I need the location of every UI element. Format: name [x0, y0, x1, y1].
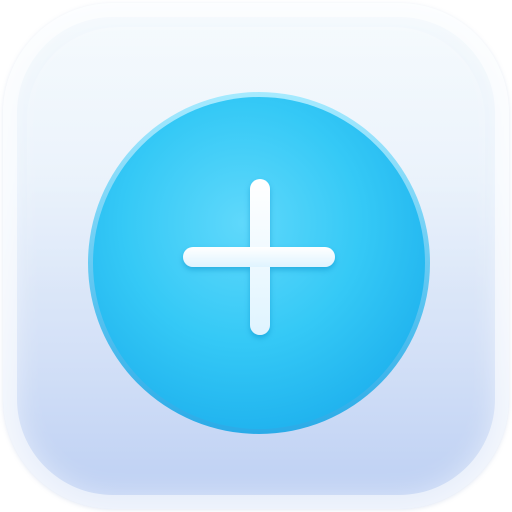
add-button-graphic [88, 92, 430, 434]
app-icon-tile[interactable] [3, 3, 509, 509]
add-button[interactable] [86, 90, 432, 436]
icon-canvas [0, 0, 512, 512]
